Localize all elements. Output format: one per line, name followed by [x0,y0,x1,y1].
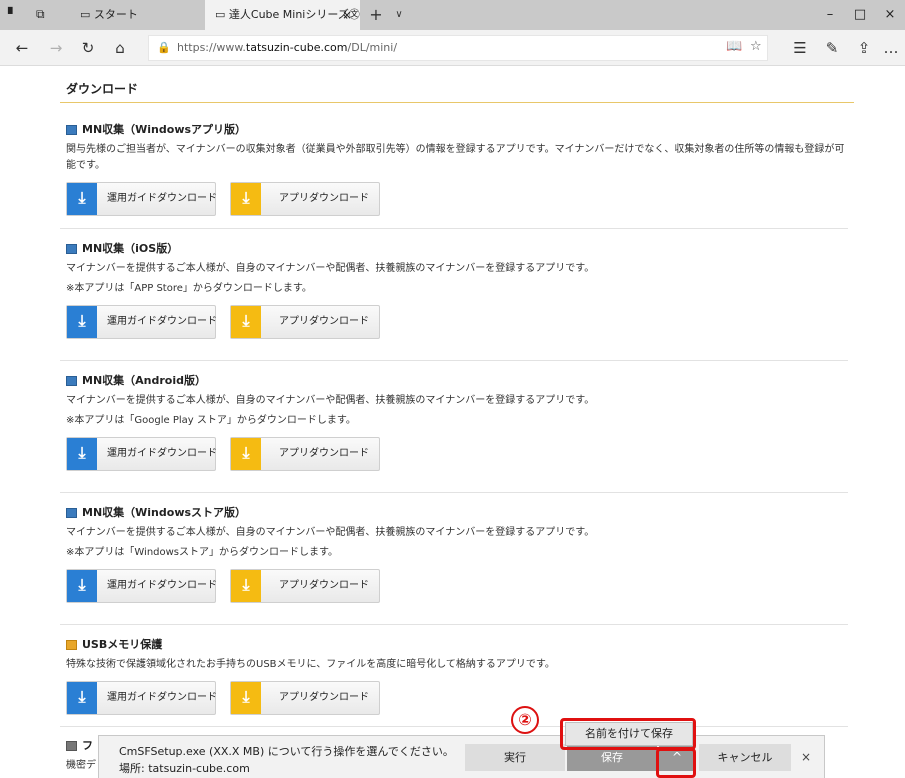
section-note: ※本アプリは「APP Store」からダウンロードします。 [66,283,312,294]
section-divider [60,360,848,361]
url-field[interactable]: 🔒 https://www.tatsuzin-cube.com/DL/mini/… [148,35,768,61]
section-mn-ios: MN収集（iOS版） マイナンバーを提供するご本人様が、自身のマイナンバーや配偶… [66,241,848,339]
section-divider [60,726,848,727]
button-row: ⤓ 運用ガイドダウンロード ⤓ アプリダウンロード [66,182,848,216]
download-arrow-icon: ⤓ [242,311,250,330]
button-row: ⤓ 運用ガイドダウンロード ⤓ アプリダウンロード [66,437,848,471]
section-mn-windows-store: MN収集（Windowsストア版） マイナンバーを提供するご本人様が、自身のマイ… [66,505,848,603]
download-notification-bar: CmSFSetup.exe (XX.X MB) について行う操作を選んでください… [98,735,825,778]
app-download-button[interactable]: ⤓ アプリダウンロード [230,681,380,715]
tab-start-label: スタート [93,8,138,21]
section-description: マイナンバーを提供するご本人様が、自身のマイナンバーや配偶者、扶養親族のマイナン… [66,395,595,406]
app-icon [66,244,77,254]
reading-view-icon[interactable]: 📖 [726,39,742,54]
save-as-menu-item[interactable]: 名前を付けて保存 [565,722,693,746]
section-note: ※本アプリは「Google Play ストア」からダウンロードします。 [66,415,356,426]
section-description: マイナンバーを提供するご本人様が、自身のマイナンバーや配偶者、扶養親族のマイナン… [66,527,595,538]
download-arrow-icon: ⤓ [78,687,86,706]
maximize-button[interactable]: □ [845,0,875,30]
tab-actions-icon[interactable]: ▘ [8,8,22,21]
tab-active-label: 達人Cube Miniシリーズ㉆ [228,8,360,21]
tab-page-icon: ▭ [80,8,94,21]
favorite-star-icon[interactable]: ☆ [750,39,762,54]
favorites-hub-icon[interactable]: ☰ [786,30,814,66]
web-note-icon[interactable]: ✎ [818,30,846,66]
tab-active[interactable]: ▭ 達人Cube Miniシリーズ㉆ × [205,0,360,30]
download-arrow-icon: ⤓ [242,687,250,706]
page-title: ダウンロード [66,82,139,96]
app-download-button[interactable]: ⤓ アプリダウンロード [230,569,380,603]
section-heading: MN収集（Windowsストア版） [66,505,848,521]
section-heading: MN収集（Windowsアプリ版） [66,122,848,138]
tab-close-icon[interactable]: × [342,0,352,30]
section-mn-android: MN収集（Android版） マイナンバーを提供するご本人様が、自身のマイナンバ… [66,373,848,471]
guide-download-button[interactable]: ⤓ 運用ガイドダウンロード [66,437,217,471]
run-button[interactable]: 実行 [465,744,565,771]
section-heading: MN収集（iOS版） [66,241,848,257]
tab-start[interactable]: ▭ スタート [80,0,200,30]
title-divider [60,102,854,103]
guide-download-button[interactable]: ⤓ 運用ガイドダウンロード [66,305,217,339]
section-description: 能です。 [66,160,105,171]
app-icon [66,376,77,386]
tab-bar: ▘ ⧉ ▭ スタート ▭ 達人Cube Miniシリーズ㉆ × + ∨ – □ … [0,0,905,30]
section-mn-windows-app: MN収集（Windowsアプリ版） 関与先様のご担当者が、マイナンバーの収集対象… [66,122,848,216]
more-icon[interactable]: … [877,30,905,66]
section-divider [60,228,848,229]
section-note: ※本アプリは「Windowsストア」からダウンロードします。 [66,547,339,558]
download-source: 場所: tatsuzin-cube.com [119,762,250,775]
download-arrow-icon: ⤓ [242,575,250,594]
url-text: https://www.tatsuzin-cube.com/DL/mini/ [177,41,398,54]
app-icon [66,125,77,135]
share-icon[interactable]: ⇪ [850,30,878,66]
button-row: ⤓ 運用ガイドダウンロード ⤓ アプリダウンロード [66,305,848,339]
section-description: 関与先様のご担当者が、マイナンバーの収集対象者（従業員や外部取引先等）の情報を登… [66,144,845,155]
guide-download-button[interactable]: ⤓ 運用ガイドダウンロード [66,569,217,603]
forward-button[interactable]: → [42,30,70,66]
download-arrow-icon: ⤓ [242,188,250,207]
section-heading: USBメモリ保護 [66,637,848,653]
lock-icon: 🔒 [157,41,171,54]
home-button[interactable]: ⌂ [106,30,134,66]
guide-download-button[interactable]: ⤓ 運用ガイドダウンロード [66,681,217,715]
new-tab-button[interactable]: + [366,0,386,30]
section-description: マイナンバーを提供するご本人様が、自身のマイナンバーや配偶者、扶養親族のマイナン… [66,263,595,274]
cancel-button[interactable]: キャンセル [699,744,791,771]
app-icon [66,741,77,751]
usb-app-icon [66,640,77,650]
button-row: ⤓ 運用ガイドダウンロード ⤓ アプリダウンロード [66,569,848,603]
set-aside-tabs-icon[interactable]: ⧉ [36,8,50,21]
app-download-button[interactable]: ⤓ アプリダウンロード [230,437,380,471]
download-arrow-icon: ⤓ [242,443,250,462]
browser-window: ▘ ⧉ ▭ スタート ▭ 達人Cube Miniシリーズ㉆ × + ∨ – □ … [0,0,905,778]
minimize-button[interactable]: – [815,0,845,30]
section-divider [60,624,848,625]
guide-download-button[interactable]: ⤓ 運用ガイドダウンロード [66,182,217,216]
download-arrow-icon: ⤓ [78,311,86,330]
app-download-button[interactable]: ⤓ アプリダウンロード [230,182,380,216]
download-arrow-icon: ⤓ [78,188,86,207]
close-notification-icon[interactable]: × [793,744,819,771]
section-divider [60,492,848,493]
button-row: ⤓ 運用ガイドダウンロード ⤓ アプリダウンロード [66,681,848,715]
section-usb-protection: USBメモリ保護 特殊な技術で保護領域化されたお手持ちのUSBメモリに、ファイル… [66,637,848,715]
refresh-button[interactable]: ↻ [74,30,102,66]
section-description: 特殊な技術で保護領域化されたお手持ちのUSBメモリに、ファイルを高度に暗号化して… [66,659,555,670]
back-button[interactable]: ← [8,30,36,66]
save-options-chevron-icon[interactable]: ^ [659,744,695,771]
download-message: CmSFSetup.exe (XX.X MB) について行う操作を選んでください… [119,745,454,758]
tab-preview-chevron-icon[interactable]: ∨ [390,0,408,30]
tab-page-icon: ▭ [215,8,229,21]
close-window-button[interactable]: × [875,0,905,30]
page-content: ダウンロード MN収集（Windowsアプリ版） 関与先様のご担当者が、マイナン… [0,67,905,778]
download-arrow-icon: ⤓ [78,443,86,462]
app-download-button[interactable]: ⤓ アプリダウンロード [230,305,380,339]
section-heading: MN収集（Android版） [66,373,848,389]
save-button[interactable]: 保存 [567,744,657,771]
step-callout: ② [511,706,539,734]
app-icon [66,508,77,518]
download-arrow-icon: ⤓ [78,575,86,594]
address-bar: ← → ↻ ⌂ 🔒 https://www.tatsuzin-cube.com/… [0,30,905,66]
